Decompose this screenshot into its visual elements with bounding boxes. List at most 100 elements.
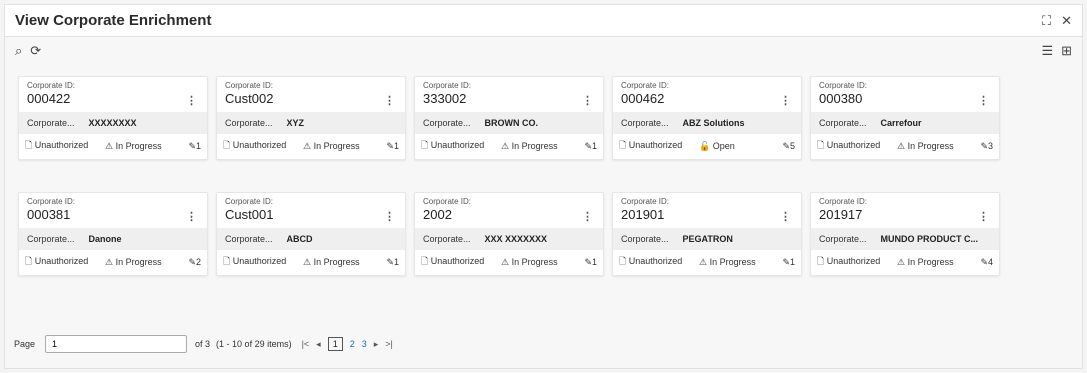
- modification-count: ✎4: [974, 257, 993, 268]
- corporate-card[interactable]: Corporate ID: 201917 ⋮ Corporate... MUND…: [810, 192, 1000, 276]
- authorization-status: 🗋 Unauthorized: [421, 254, 499, 270]
- card-footer: 🗋 Unauthorized ⚠ In Progress ✎1: [415, 134, 603, 158]
- record-state-text: In Progress: [313, 140, 360, 151]
- corporate-card[interactable]: Corporate ID: 201901 ⋮ Corporate... PEGA…: [612, 192, 802, 276]
- corporate-id-value: 000380: [819, 91, 863, 106]
- kebab-menu-icon[interactable]: ⋮: [978, 210, 989, 223]
- edit-icon: ✎: [386, 140, 394, 151]
- search-icon[interactable]: ⌕: [15, 44, 22, 57]
- grid-view-icon[interactable]: ⊞: [1061, 44, 1072, 57]
- view-corporate-enrichment-window: View Corporate Enrichment ⛶ ✕ ⌕ ⟳ ☰ ⊞: [4, 4, 1083, 369]
- card-footer: 🗋 Unauthorized ⚠ In Progress ✎3: [811, 134, 999, 158]
- corporate-card[interactable]: Corporate ID: 333002 ⋮ Corporate... BROW…: [414, 76, 604, 160]
- authorization-status-text: Unauthorized: [826, 256, 881, 266]
- close-icon[interactable]: ✕: [1061, 13, 1072, 29]
- state-icon: 🔓: [699, 140, 711, 151]
- corporate-name-row: Corporate... XXX XXXXXXX: [415, 228, 603, 250]
- maximize-icon[interactable]: ⛶: [1042, 13, 1051, 29]
- corporate-name-value: XXX XXXXXXX: [484, 234, 548, 244]
- card-header: Corporate ID: 000422 ⋮: [19, 77, 207, 112]
- page-title: View Corporate Enrichment: [15, 12, 212, 29]
- card-footer: 🗋 Unauthorized 🔓 Open ✎5: [613, 134, 801, 158]
- corporate-id-value: 000422: [27, 91, 71, 106]
- card-header: Corporate ID: 000462 ⋮: [613, 77, 801, 112]
- kebab-menu-icon[interactable]: ⋮: [780, 210, 791, 223]
- kebab-menu-icon[interactable]: ⋮: [384, 94, 395, 107]
- page-number-input[interactable]: [45, 335, 188, 353]
- record-state-text: Open: [712, 140, 735, 151]
- corporate-name-label: Corporate...: [621, 118, 669, 128]
- previous-page-icon[interactable]: ◂: [316, 339, 321, 350]
- title-bar: View Corporate Enrichment ⛶ ✕: [5, 5, 1082, 37]
- modification-count-value: 1: [591, 140, 597, 151]
- corporate-name-row: Corporate... Carrefour: [811, 112, 999, 134]
- kebab-menu-icon[interactable]: ⋮: [780, 94, 791, 107]
- corporate-id-value: Cust002: [225, 91, 274, 106]
- edit-icon: ✎: [584, 140, 592, 151]
- corporate-name-label: Corporate...: [819, 234, 867, 244]
- first-page-icon[interactable]: |<: [302, 339, 310, 349]
- kebab-menu-icon[interactable]: ⋮: [186, 210, 197, 223]
- kebab-menu-icon[interactable]: ⋮: [978, 94, 989, 107]
- document-icon: 🗋: [817, 256, 825, 266]
- corporate-id-value: 000381: [27, 207, 71, 222]
- modification-count: ✎1: [776, 257, 795, 268]
- page-label: Page: [14, 339, 36, 349]
- card-header: Corporate ID: 333002 ⋮: [415, 77, 603, 112]
- next-page-icon[interactable]: ▸: [374, 339, 379, 350]
- corporate-card[interactable]: Corporate ID: 000422 ⋮ Corporate... XXXX…: [18, 76, 208, 160]
- kebab-menu-icon[interactable]: ⋮: [582, 210, 593, 223]
- corporate-id-value: Cust001: [225, 207, 274, 222]
- corporate-card[interactable]: Corporate ID: 000380 ⋮ Corporate... Carr…: [810, 76, 1000, 160]
- last-page-icon[interactable]: >|: [385, 339, 393, 349]
- record-state: ⚠ In Progress: [105, 257, 180, 268]
- page-link-3[interactable]: 3: [362, 339, 367, 349]
- corporate-id-label: Corporate ID:: [27, 81, 76, 90]
- toolbar: ⌕ ⟳ ☰ ⊞: [5, 37, 1082, 63]
- corporate-name-value: BROWN CO.: [484, 118, 539, 128]
- corporate-name-label: Corporate...: [423, 118, 471, 128]
- kebab-menu-icon[interactable]: ⋮: [582, 94, 593, 107]
- authorization-status: 🗋 Unauthorized: [25, 254, 103, 270]
- refresh-icon[interactable]: ⟳: [30, 44, 41, 57]
- corporate-card[interactable]: Corporate ID: 2002 ⋮ Corporate... XXX XX…: [414, 192, 604, 276]
- record-state-text: In Progress: [115, 140, 162, 151]
- corporate-card[interactable]: Corporate ID: Cust001 ⋮ Corporate... ABC…: [216, 192, 406, 276]
- record-state: ⚠ In Progress: [303, 141, 378, 152]
- kebab-menu-icon[interactable]: ⋮: [186, 94, 197, 107]
- authorization-status-text: Unauthorized: [826, 140, 881, 150]
- corporate-name-value: PEGATRON: [682, 234, 733, 244]
- kebab-menu-icon[interactable]: ⋮: [384, 210, 395, 223]
- card-header: Corporate ID: 000381 ⋮: [19, 193, 207, 228]
- document-icon: 🗋: [421, 140, 429, 150]
- corporate-card[interactable]: Corporate ID: 000462 ⋮ Corporate... ABZ …: [612, 76, 802, 160]
- corporate-name-row: Corporate... XXXXXXXX: [19, 112, 207, 134]
- record-state: ⚠ In Progress: [501, 257, 576, 268]
- authorization-status: 🗋 Unauthorized: [25, 138, 103, 154]
- page-link-2[interactable]: 2: [350, 339, 355, 349]
- state-icon: ⚠: [303, 256, 312, 267]
- corporate-name-row: Corporate... Danone: [19, 228, 207, 250]
- state-icon: ⚠: [105, 256, 114, 267]
- list-view-icon[interactable]: ☰: [1041, 44, 1053, 57]
- record-state-text: In Progress: [511, 140, 558, 151]
- edit-icon: ✎: [782, 140, 790, 151]
- corporate-name-value: XYZ: [286, 118, 305, 128]
- corporate-card[interactable]: Corporate ID: Cust002 ⋮ Corporate... XYZ…: [216, 76, 406, 160]
- card-header: Corporate ID: 201917 ⋮: [811, 193, 999, 228]
- record-state-text: In Progress: [907, 140, 954, 151]
- corporate-card[interactable]: Corporate ID: 000381 ⋮ Corporate... Dano…: [18, 192, 208, 276]
- edit-icon: ✎: [188, 256, 196, 267]
- record-state: ⚠ In Progress: [303, 257, 378, 268]
- corporate-name-label: Corporate...: [423, 234, 471, 244]
- authorization-status: 🗋 Unauthorized: [817, 138, 895, 154]
- record-state: ⚠ In Progress: [501, 141, 576, 152]
- page-link-1[interactable]: 1: [327, 337, 343, 351]
- corporate-name-value: ABCD: [286, 234, 313, 244]
- authorization-status-text: Unauthorized: [34, 256, 89, 266]
- state-icon: ⚠: [105, 140, 114, 151]
- modification-count-value: 4: [987, 256, 993, 267]
- edit-icon: ✎: [584, 256, 592, 267]
- corporate-id-label: Corporate ID:: [621, 197, 670, 206]
- document-icon: 🗋: [25, 140, 33, 150]
